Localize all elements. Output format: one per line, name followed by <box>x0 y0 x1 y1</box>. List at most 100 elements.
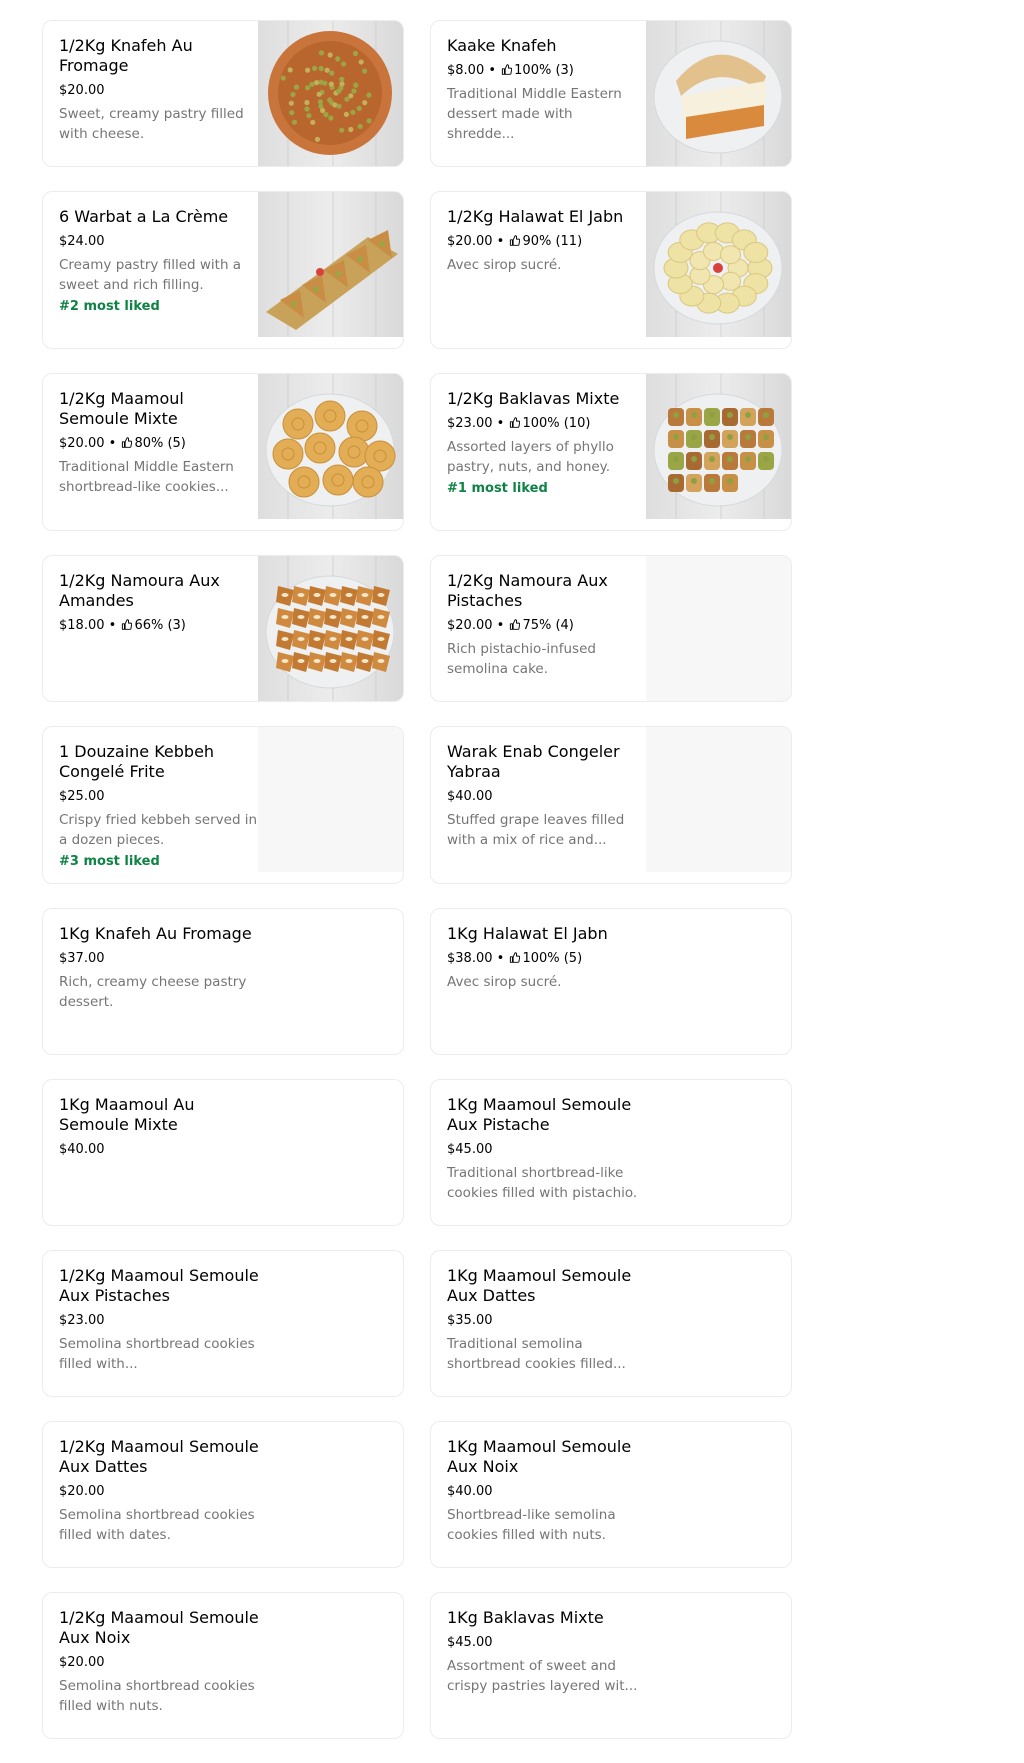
menu-item-price-line: $23.00 <box>59 1312 259 1330</box>
menu-item-image[interactable] <box>258 374 403 519</box>
menu-item-price: $20.00 <box>447 618 493 633</box>
menu-item-card[interactable]: 1Kg Maamoul Au Semoule Mixte $40.00 <box>42 1079 404 1226</box>
menu-item-card[interactable]: 1Kg Baklavas Mixte $45.00 Assortment of sw… <box>430 1592 792 1739</box>
menu-item-description: Stuffed grape leaves filled with a mix o… <box>447 812 625 848</box>
menu-item-price: $35.00 <box>447 1313 493 1328</box>
menu-items-grid: 1/2Kg Knafeh Au Fromage $20.00 Sweet, crea… <box>42 20 792 1763</box>
menu-item-description: Assorted layers of phyllo pastry, nuts, … <box>447 439 614 475</box>
menu-item-price-line: $40.00 <box>447 1483 647 1501</box>
menu-item-price: $45.00 <box>447 1142 493 1157</box>
menu-item-description: Crispy fried kebbeh served in a dozen pi… <box>59 812 258 848</box>
thumbs-up-icon <box>120 436 134 451</box>
warbat-photo <box>258 192 403 337</box>
menu-item-description: Rich pistachio-infused semolina cake. <box>447 641 596 677</box>
menu-item-card[interactable]: 1Kg Knafeh Au Fromage $37.00 Rich, creamy … <box>42 908 404 1055</box>
menu-item-description: Semolina shortbread cookies filled with … <box>59 1678 255 1714</box>
menu-item-card[interactable]: 1/2Kg Halawat El Jabn $20.00 • 90% (11) Av… <box>430 191 792 349</box>
menu-item-price: $25.00 <box>59 789 105 804</box>
menu-item-info: 1/2Kg Namoura Aux Amandes $18.00 • 66% (3… <box>59 571 249 635</box>
menu-item-title: 1Kg Maamoul Semoule Aux Pistache <box>447 1095 632 1134</box>
menu-item-card[interactable]: 1Kg Halawat El Jabn $38.00 • 100% (5) Avec… <box>430 908 792 1055</box>
menu-item-price-line: $20.00 • 90% (11) <box>447 233 637 251</box>
menu-item-card[interactable]: 1Kg Maamoul Semoule Aux Pistache $45.00 Tr… <box>430 1079 792 1226</box>
menu-item-info: 1 Douzaine Kebbeh Congelé Frite $25.00 Cri… <box>59 742 259 871</box>
menu-item-price: $24.00 <box>59 234 105 249</box>
image-placeholder <box>646 727 791 872</box>
separator-dot: • <box>492 234 509 249</box>
menu-item-price-line: $40.00 <box>59 1141 259 1159</box>
menu-item-description: Shortbread-like semolina cookies filled … <box>447 1507 616 1543</box>
baklava-photo <box>646 374 791 519</box>
menu-item-price: $23.00 <box>59 1313 105 1328</box>
menu-item-card[interactable]: 1Kg Maamoul Semoule Aux Dattes $35.00 Trad… <box>430 1250 792 1397</box>
menu-item-info: 1/2Kg Maamoul Semoule Aux Dattes $20.00 Se… <box>59 1437 259 1545</box>
menu-item-price: $20.00 <box>447 234 493 249</box>
menu-item-image[interactable] <box>646 374 791 519</box>
menu-item-image[interactable] <box>258 556 403 701</box>
thumbs-up-icon <box>508 234 522 249</box>
menu-item-image[interactable] <box>258 21 403 166</box>
menu-item-price: $40.00 <box>447 789 493 804</box>
menu-item-card[interactable]: 1/2Kg Maamoul Semoule Aux Noix $20.00 Semo… <box>42 1592 404 1739</box>
menu-item-card[interactable]: Warak Enab Congeler Yabraa $40.00 Stuffed … <box>430 726 792 884</box>
menu-item-rating: 75% (4) <box>522 618 574 633</box>
menu-item-image[interactable] <box>646 21 791 166</box>
separator-dot: • <box>104 436 121 451</box>
menu-item-price-line: $23.00 • 100% (10) <box>447 415 637 433</box>
menu-item-card[interactable]: 6 Warbat a La Crème $24.00 Creamy pastry f… <box>42 191 404 349</box>
menu-item-card[interactable]: 1Kg Maamoul Semoule Aux Noix $40.00 Shortb… <box>430 1421 792 1568</box>
menu-item-price-line: $20.00 <box>59 1654 259 1672</box>
maamoul-photo <box>258 374 403 519</box>
menu-item-card[interactable]: 1/2Kg Namoura Aux Pistaches $20.00 • 75% … <box>430 555 792 702</box>
menu-item-description: Assortment of sweet and crispy pastries … <box>447 1658 638 1694</box>
menu-item-price-line: $25.00 <box>59 788 259 806</box>
image-placeholder <box>646 556 791 701</box>
menu-item-title: 1/2Kg Halawat El Jabn <box>447 207 624 226</box>
menu-item-title: 1Kg Baklavas Mixte <box>447 1608 604 1627</box>
menu-item-card[interactable]: 1/2Kg Maamoul Semoule Aux Pistaches $23.0… <box>42 1250 404 1397</box>
menu-item-title: 1/2Kg Maamoul Semoule Aux Dattes <box>59 1437 259 1476</box>
menu-item-title: 1/2Kg Maamoul Semoule Aux Pistaches <box>59 1266 259 1305</box>
menu-item-info: 1Kg Baklavas Mixte $45.00 Assortment of sw… <box>447 1608 647 1696</box>
menu-item-rating: 100% (5) <box>522 951 583 966</box>
menu-item-description: Traditional Middle Eastern dessert made … <box>447 86 622 142</box>
menu-item-price: $20.00 <box>59 1484 105 1499</box>
menu-item-rating: 66% (3) <box>134 618 186 633</box>
menu-item-info: 1Kg Maamoul Semoule Aux Pistache $45.00 Tr… <box>447 1095 647 1203</box>
menu-item-card[interactable]: 1/2Kg Baklavas Mixte $23.00 • 100% (10) As… <box>430 373 792 531</box>
menu-item-title: Kaake Knafeh <box>447 36 557 55</box>
menu-item-description: Semolina shortbread cookies filled with … <box>59 1507 255 1543</box>
menu-item-title: 1/2Kg Namoura Aux Amandes <box>59 571 220 610</box>
menu-item-card[interactable]: 1/2Kg Namoura Aux Amandes $18.00 • 66% (3… <box>42 555 404 702</box>
menu-item-price-line: $8.00 • 100% (3) <box>447 62 637 80</box>
menu-item-price: $37.00 <box>59 951 105 966</box>
menu-item-image[interactable] <box>646 192 791 337</box>
menu-item-price-line: $45.00 <box>447 1141 647 1159</box>
menu-item-description: Creamy pastry filled with a sweet and ri… <box>59 257 242 293</box>
menu-item-description: Semolina shortbread cookies filled with.… <box>59 1336 255 1372</box>
most-liked-badge: #2 most liked <box>59 299 160 314</box>
menu-item-price-line: $20.00 • 80% (5) <box>59 435 249 453</box>
menu-item-card[interactable]: 1/2Kg Maamoul Semoule Mixte $20.00 • 80% … <box>42 373 404 531</box>
menu-item-info: 1Kg Halawat El Jabn $38.00 • 100% (5) Avec… <box>447 924 647 992</box>
menu-item-description: Traditional semolina shortbread cookies … <box>447 1336 626 1372</box>
menu-item-title: 1Kg Halawat El Jabn <box>447 924 608 943</box>
thumbs-up-icon <box>508 618 522 633</box>
menu-item-info: 1/2Kg Maamoul Semoule Aux Pistaches $23.0… <box>59 1266 259 1374</box>
menu-item-info: 6 Warbat a La Crème $24.00 Creamy pastry f… <box>59 207 249 316</box>
menu-item-rating: 90% (11) <box>522 234 583 249</box>
menu-item-image[interactable] <box>258 192 403 337</box>
menu-item-price-line: $40.00 <box>447 788 647 806</box>
menu-item-card[interactable]: 1/2Kg Knafeh Au Fromage $20.00 Sweet, crea… <box>42 20 404 167</box>
menu-item-description: Sweet, creamy pastry filled with cheese. <box>59 106 244 142</box>
menu-item-card[interactable]: 1/2Kg Maamoul Semoule Aux Dattes $20.00 Se… <box>42 1421 404 1568</box>
menu-item-description: Avec sirop sucré. <box>447 974 562 990</box>
menu-item-title: 1Kg Maamoul Semoule Aux Noix <box>447 1437 632 1476</box>
menu-item-price-line: $20.00 • 75% (4) <box>447 617 647 635</box>
menu-item-info: 1Kg Maamoul Semoule Aux Dattes $35.00 Trad… <box>447 1266 647 1374</box>
menu-item-title: 1/2Kg Knafeh Au Fromage <box>59 36 193 75</box>
menu-item-card[interactable]: 1 Douzaine Kebbeh Congelé Frite $25.00 Cri… <box>42 726 404 884</box>
menu-item-title: 1 Douzaine Kebbeh Congelé Frite <box>59 742 215 781</box>
menu-item-card[interactable]: Kaake Knafeh $8.00 • 100% (3) Traditional … <box>430 20 792 167</box>
menu-item-description: Traditional Middle Eastern shortbread-li… <box>59 459 234 495</box>
